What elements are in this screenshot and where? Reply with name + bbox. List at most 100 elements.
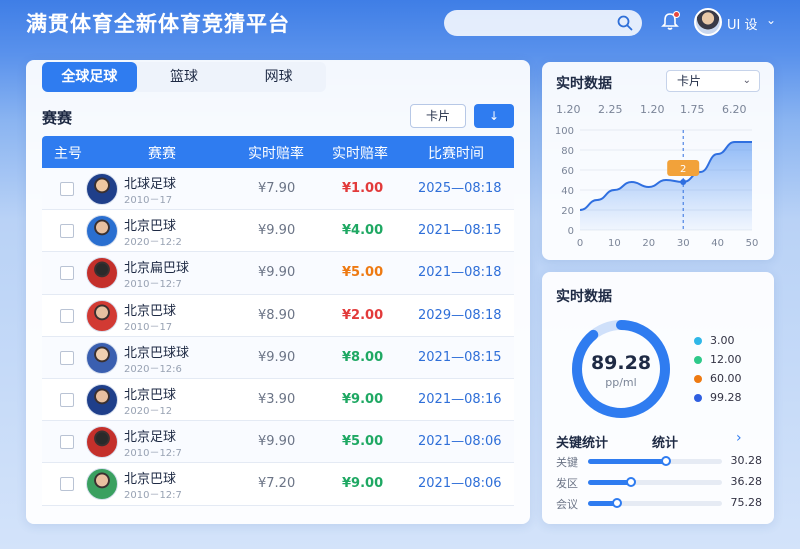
search-input[interactable] [444,10,642,36]
match-name[interactable]: 北京扁巴球 [124,257,189,276]
column-header-match[interactable]: 赛赛 [148,143,176,163]
stat-slider-knob[interactable] [612,498,623,508]
table-row[interactable]: 北球足球 2010－17 ¥7.90 ¥1.00 2025—08:18 [42,168,514,211]
column-header-live-odds[interactable]: 实时赔率 [332,143,388,163]
stat-label: 会议 [556,498,578,511]
tab-tennis[interactable]: 网球 [231,62,326,92]
area-chart[interactable]: 0 20 40 60 80 100 0 10 20 30 40 50 2 [552,120,764,252]
sort-down-icon[interactable]: ↓ [474,104,514,128]
highlight-point [680,179,687,185]
top-label: 6.20 [722,103,747,116]
row-checkbox[interactable] [60,182,74,196]
match-date: 2010－12:7 [124,448,182,460]
summary-panel: 实时数据 89.28 pp/ml 3.00 12.00 60.00 99.28 关键统… [542,272,774,524]
card-view-button[interactable]: 卡片 [410,104,466,128]
chevron-right-icon[interactable]: › [736,430,742,446]
player-avatar [86,426,118,459]
stat-row: 关键 30.28 [556,454,762,470]
x-tick-label: 30 [677,238,690,249]
stat-slider-knob[interactable] [660,456,671,466]
live-odds-value[interactable]: ¥5.00 [342,265,383,280]
player-avatar [86,468,118,501]
player-avatar [86,257,118,290]
table-row[interactable]: 北京巴球 2020－12:2 ¥9.90 ¥4.00 2021—08:15 [42,210,514,253]
stat-row: 发区 36.28 [556,475,762,491]
live-odds-value[interactable]: ¥9.00 [342,476,383,491]
player-avatar [86,299,118,332]
legend-item: 3.00 [694,334,742,353]
match-name[interactable]: 北京巴球球 [124,342,189,361]
live-odds-value[interactable]: ¥9.00 [342,392,383,407]
legend-label: 3.00 [710,334,735,347]
table-row[interactable]: 北京巴球 2010－17 ¥8.90 ¥2.00 2029—08:18 [42,294,514,337]
match-date: 2020－12 [124,405,173,417]
match-date: 2010－12:7 [124,279,182,291]
odds-value: ¥8.90 [258,307,296,323]
stat-bar [588,477,722,487]
x-tick-label: 50 [746,238,759,249]
stat-label: 发区 [556,477,578,490]
stats-title-secondary: 统计 [652,436,679,451]
top-label: 1.20 [556,103,581,116]
match-time: 2021—08:06 [418,434,502,450]
match-date: 2010－12:7 [124,490,182,502]
y-tick-label: 100 [555,126,574,137]
table-row[interactable]: 北京扁巴球 2010－12:7 ¥9.90 ¥5.00 2021—08:18 [42,252,514,295]
user-avatar[interactable] [694,8,722,36]
bell-icon[interactable] [660,11,680,32]
y-tick-label: 80 [561,146,574,157]
stat-row: 会议 75.28 [556,496,762,512]
row-checkbox[interactable] [60,477,74,492]
legend-dot [694,394,702,402]
stat-bar [588,498,722,508]
summary-panel-title: 实时数据 [556,289,612,305]
player-avatar [86,341,118,374]
live-odds-value[interactable]: ¥4.00 [342,223,383,238]
chevron-down-icon: ⌄ [742,75,751,86]
table-row[interactable]: 北京巴球 2020－12 ¥3.90 ¥9.00 2021—08:16 [42,378,514,422]
user-name[interactable]: UI 设 [727,14,757,33]
column-header-odds[interactable]: 实时赔率 [248,143,304,163]
stat-bar-fill [588,480,631,485]
column-header-id[interactable]: 主号 [54,143,82,163]
live-odds-value[interactable]: ¥2.00 [342,308,383,323]
match-name[interactable]: 北京足球 [124,426,176,445]
live-odds-value[interactable]: ¥8.00 [342,350,383,365]
odds-value: ¥7.20 [258,476,296,492]
row-checkbox[interactable] [60,392,74,407]
column-header-time[interactable]: 比赛时间 [428,143,484,163]
y-tick-label: 0 [568,226,574,237]
table-row[interactable]: 北京巴球 2010－12:7 ¥7.20 ¥9.00 2021—08:06 [42,463,514,506]
y-tick-label: 20 [561,206,574,217]
match-name[interactable]: 北球足球 [124,173,176,192]
live-odds-value[interactable]: ¥5.00 [342,434,383,449]
table-row[interactable]: 北京足球 2010－12:7 ¥9.90 ¥5.00 2021—08:06 [42,421,514,464]
legend-label: 60.00 [710,372,742,385]
tab-basketball[interactable]: 篮球 [137,62,232,92]
chevron-down-icon[interactable]: ⌄ [766,13,776,27]
search-icon[interactable] [616,14,634,32]
row-checkbox[interactable] [60,266,74,281]
chart-view-select[interactable]: 卡片 ⌄ [666,70,760,92]
row-checkbox[interactable] [60,308,74,323]
live-odds-value[interactable]: ¥1.00 [342,181,383,196]
stat-slider-knob[interactable] [625,477,636,487]
match-name[interactable]: 北京巴球 [124,300,176,319]
table-row[interactable]: 北京巴球球 2020－12:6 ¥9.90 ¥8.00 2021—08:15 [42,336,514,379]
match-name[interactable]: 北京巴球 [124,468,176,487]
stat-value: 75.28 [730,496,763,509]
row-checkbox[interactable] [60,435,74,450]
row-checkbox[interactable] [60,350,74,365]
top-label: 1.75 [680,103,705,116]
row-checkbox[interactable] [60,224,74,239]
legend-label: 12.00 [710,353,742,366]
tab-football[interactable]: 全球足球 [42,62,137,92]
match-time: 2021—08:16 [418,391,502,407]
chart-view-select-value: 卡片 [677,74,702,88]
odds-value: ¥9.90 [258,223,296,239]
match-name[interactable]: 北京巴球 [124,384,176,403]
legend-item: 99.28 [694,391,742,410]
match-name[interactable]: 北京巴球 [124,215,176,234]
match-date: 2020－12:2 [124,237,182,249]
stat-label: 关键 [556,456,578,469]
